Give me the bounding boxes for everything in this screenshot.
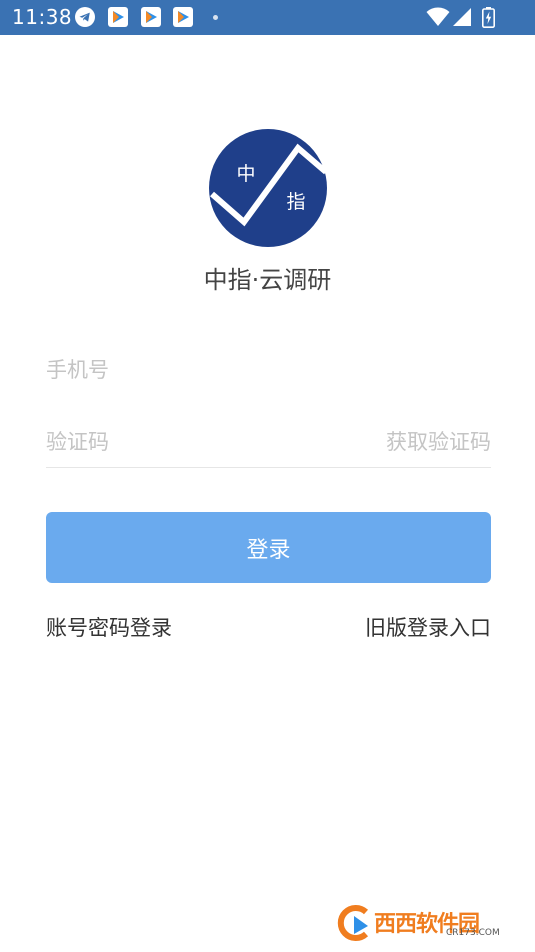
status-time: 11:38: [12, 5, 73, 29]
app-name: 中指·云调研: [203, 266, 332, 294]
password-login-link[interactable]: 账号密码登录: [46, 612, 172, 644]
wifi-icon: [426, 7, 450, 26]
phone-field-container: [46, 344, 491, 396]
logo-char-bottom: 指: [286, 191, 305, 213]
play-store-icon: [141, 7, 161, 27]
login-screen: 11:38 中 指 中指·云调研 手机号 验证码 获取验证码 登录 账号密码登录…: [0, 0, 535, 952]
play-store-icon: [108, 7, 128, 27]
telegram-icon: [75, 7, 95, 27]
play-store-icon: [173, 7, 193, 27]
battery-charging-icon: [482, 7, 495, 28]
logo-char-top: 中: [236, 163, 255, 185]
phone-input[interactable]: [46, 344, 491, 396]
watermark-logo-icon: [337, 905, 369, 941]
login-button[interactable]: 登录: [46, 512, 491, 583]
watermark-sub-text: CR173.COM: [446, 928, 500, 938]
get-code-button[interactable]: 获取验证码: [386, 418, 491, 467]
notification-dot-icon: [213, 15, 218, 20]
signal-icon: [453, 8, 471, 26]
code-field-container: 获取验证码: [46, 418, 491, 468]
app-logo: 中 指: [209, 129, 328, 247]
watermark: 西西软件园 CR173.COM: [334, 902, 519, 944]
verification-code-input[interactable]: [46, 418, 346, 467]
old-version-login-link[interactable]: 旧版登录入口: [365, 612, 491, 644]
status-bar: 11:38: [0, 0, 535, 35]
